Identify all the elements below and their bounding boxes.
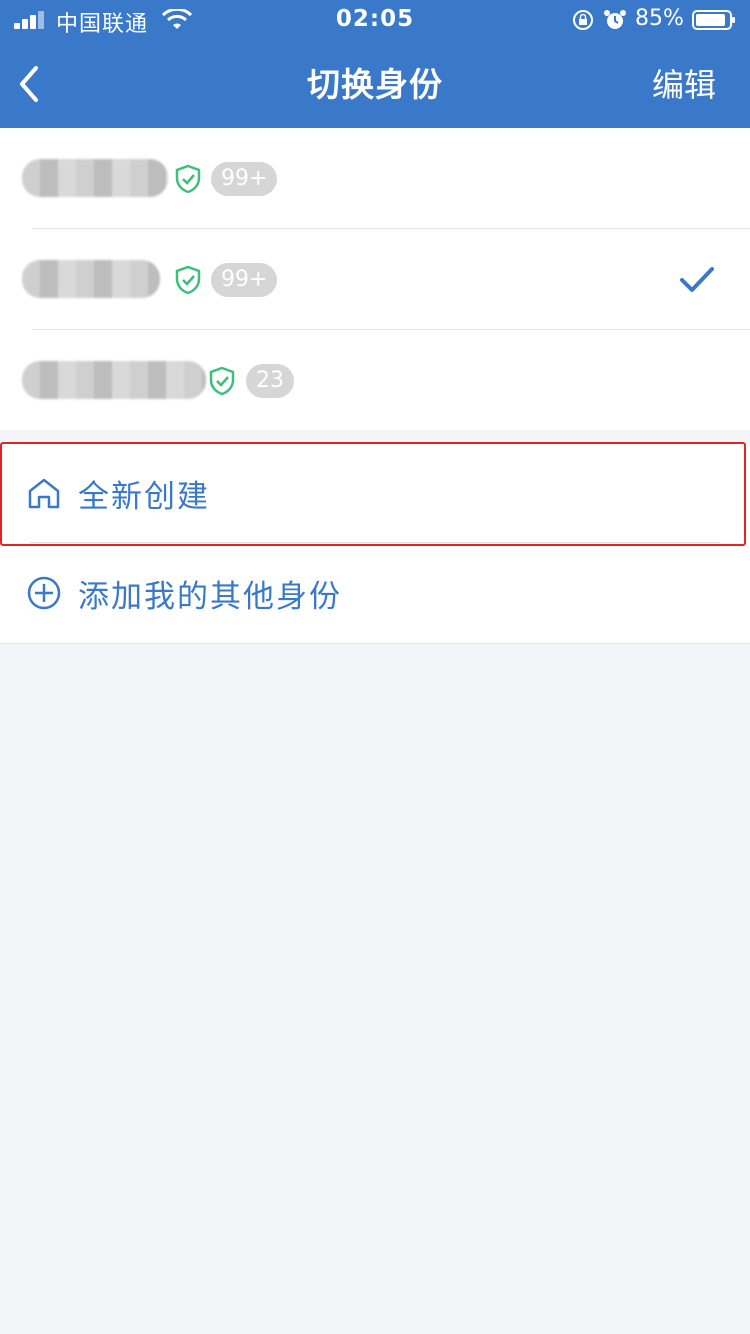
- identity-row[interactable]: 23: [22, 330, 750, 430]
- rotation-lock-icon: [573, 10, 593, 30]
- divider: [0, 643, 750, 644]
- add-other-identity-label: 添加我的其他身份: [78, 579, 342, 615]
- identity-name-blurred: [22, 159, 168, 197]
- battery-icon: [692, 10, 735, 30]
- home-icon: [28, 478, 60, 509]
- identity-name-blurred: [22, 260, 160, 298]
- alarm-icon: [604, 10, 626, 29]
- header: 中国联通 02:05 85% 切换身份 编辑: [0, 0, 750, 128]
- verified-shield-icon: [175, 265, 201, 295]
- selected-check-icon: [680, 267, 714, 292]
- verified-shield-icon: [209, 366, 235, 396]
- page-title: 切换身份: [307, 65, 443, 104]
- add-circle-icon: [27, 576, 61, 610]
- identity-row[interactable]: 99+: [22, 128, 750, 229]
- identity-name-blurred: [22, 361, 206, 399]
- identity-list: 99+ 99+ 23: [0, 128, 750, 430]
- create-new-label: 全新创建: [78, 479, 210, 515]
- unread-badge: 99+: [211, 263, 278, 297]
- edit-button[interactable]: 编辑: [652, 60, 716, 106]
- action-list: 全新创建 添加我的其他身份: [0, 443, 750, 643]
- battery-percent: 85%: [635, 6, 684, 31]
- unread-badge: 23: [246, 364, 294, 398]
- add-other-identity-button[interactable]: 添加我的其他身份: [0, 543, 750, 643]
- unread-badge: 99+: [211, 162, 278, 196]
- verified-shield-icon: [175, 164, 201, 194]
- identity-row[interactable]: 99+: [22, 229, 750, 330]
- nav-bar: 切换身份 编辑: [0, 40, 750, 128]
- status-bar: 中国联通 02:05 85%: [0, 0, 750, 40]
- create-new-button[interactable]: 全新创建: [0, 443, 750, 543]
